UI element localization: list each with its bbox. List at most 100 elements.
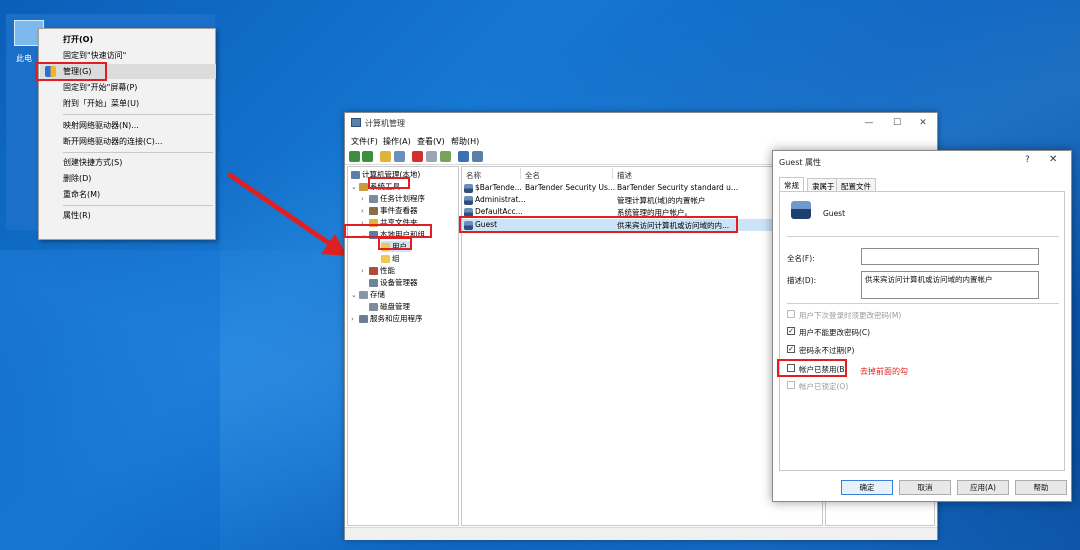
ok-button[interactable]: 确定 [841, 480, 893, 495]
help-button[interactable]: 帮助 [1015, 480, 1067, 495]
properties-icon[interactable] [426, 151, 437, 162]
folder-icon [381, 255, 390, 263]
computer-management-icon [351, 118, 361, 127]
guest-properties-dialog: Guest 属性 ? ✕ 常规 隶属于 配置文件 Guest 全名(F): 描述… [772, 150, 1072, 502]
tree-device-manager[interactable]: 设备管理器 [369, 277, 418, 288]
help-icon[interactable] [458, 151, 469, 162]
description-field[interactable]: 供来宾访问计算机或访问域的内置帐户 [861, 271, 1039, 299]
user-name: DefaultAcc... [475, 207, 523, 216]
tree-task-scheduler[interactable]: › 任务计划程序 [361, 193, 425, 204]
menu-bar: 文件(F) 操作(A) 查看(V) 帮助(H) [345, 134, 937, 148]
table-row[interactable]: Administrat... 管理计算机(域)的内置帐户 [462, 194, 822, 206]
highlight-box-local-users [344, 224, 432, 238]
tree-event-viewer[interactable]: › 事件查看器 [361, 205, 418, 216]
cancel-button[interactable]: 取消 [899, 480, 951, 495]
tree-storage[interactable]: ⌄ 存储 [351, 289, 385, 300]
menu-item-open[interactable]: 打开(O) [63, 34, 93, 45]
tree-disk-management[interactable]: 磁盘管理 [369, 301, 410, 312]
menu-file[interactable]: 文件(F) [351, 136, 378, 147]
maximize-button[interactable]: ☐ [885, 116, 909, 130]
user-name-cell: $BarTende... [464, 183, 522, 193]
tab-general[interactable]: 常规 [779, 177, 804, 191]
title-bar: 计算机管理 — ☐ ✕ [345, 113, 937, 133]
this-pc-label: 此电 [16, 54, 32, 63]
chevron-right-icon[interactable]: › [361, 207, 369, 215]
user-icon [791, 201, 811, 219]
tree-groups[interactable]: 组 [381, 253, 400, 264]
divider [787, 303, 1059, 304]
menu-item-map-drive[interactable]: 映射网络驱动器(N)... [63, 120, 139, 131]
delete-icon[interactable] [412, 151, 423, 162]
menu-item-pin-quick-access[interactable]: 固定到"快速访问" [63, 50, 126, 61]
menu-separator [63, 152, 213, 153]
column-header-fullname[interactable]: 全名 [525, 170, 540, 181]
menu-view[interactable]: 查看(V) [417, 136, 445, 147]
menu-item-rename[interactable]: 重命名(M) [63, 189, 100, 200]
console-icon[interactable] [472, 151, 483, 162]
menu-item-properties[interactable]: 属性(R) [63, 210, 91, 221]
chevron-right-icon[interactable]: › [351, 315, 359, 323]
show-hide-tree-icon[interactable] [394, 151, 405, 162]
close-icon[interactable]: ✕ [1049, 154, 1057, 165]
checkbox-cannot-change-password[interactable]: ✓ [787, 327, 795, 335]
menu-help[interactable]: 帮助(H) [451, 136, 479, 147]
menu-item-pin-start-screen[interactable]: 固定到"开始"屏幕(P) [63, 82, 137, 93]
menu-action[interactable]: 操作(A) [383, 136, 411, 147]
user-description: 管理计算机(域)的内置帐户 [617, 196, 706, 205]
event-log-icon [369, 207, 378, 215]
chevron-down-icon[interactable]: ⌄ [351, 291, 359, 299]
cannot-change-password-label: 用户不能更改密码(C) [799, 328, 871, 337]
description-label: 描述(D): [787, 276, 817, 285]
window-title: 计算机管理 [365, 119, 405, 128]
column-header-name[interactable]: 名称 [466, 170, 481, 181]
must-change-password-label: 用户下次登录时须更改密码(M) [799, 311, 902, 320]
tab-profile[interactable]: 配置文件 [836, 178, 876, 191]
menu-item-create-shortcut[interactable]: 创建快捷方式(S) [63, 157, 122, 168]
chevron-right-icon[interactable]: › [361, 267, 369, 275]
minimize-button[interactable]: — [857, 116, 881, 130]
user-fullname: BarTender Security Us... [525, 183, 616, 192]
menu-item-pin-start-menu[interactable]: 附到「开始」菜单(U) [63, 98, 139, 109]
checkbox-password-never-expires[interactable]: ✓ [787, 345, 795, 353]
checkbox-account-locked[interactable] [787, 381, 795, 389]
password-never-expires-label: 密码永不过期(P) [799, 346, 855, 355]
arrow-to-management [227, 172, 347, 256]
highlight-box-account-disabled [777, 359, 847, 377]
menu-item-delete[interactable]: 删除(D) [63, 173, 91, 184]
back-icon[interactable] [349, 151, 360, 162]
tab-member-of[interactable]: 隶属于 [807, 178, 840, 191]
column-divider[interactable] [612, 168, 613, 179]
user-icon [464, 195, 473, 205]
apply-button[interactable]: 应用(A) [957, 480, 1009, 495]
user-name: Administrat... [475, 195, 526, 204]
column-divider[interactable] [520, 168, 521, 179]
checkbox-must-change-password[interactable] [787, 310, 795, 318]
user-description: BarTender Security standard u... [617, 183, 739, 192]
highlight-box-system-tools [368, 177, 410, 189]
services-icon [359, 315, 368, 323]
highlight-box-users-folder [378, 237, 412, 250]
user-name-cell: Administrat... [464, 195, 526, 205]
forward-icon[interactable] [362, 151, 373, 162]
up-folder-icon[interactable] [380, 151, 391, 162]
column-header-description[interactable]: 描述 [617, 170, 632, 181]
tools-icon [359, 183, 368, 191]
user-name: $BarTende... [475, 183, 522, 192]
chevron-right-icon[interactable]: › [361, 195, 369, 203]
highlight-box-guest-row [459, 216, 738, 233]
tree-services-apps[interactable]: › 服务和应用程序 [351, 313, 423, 324]
export-icon[interactable] [440, 151, 451, 162]
tree-performance[interactable]: › 性能 [361, 265, 395, 276]
chevron-down-icon[interactable]: ⌄ [351, 183, 359, 191]
table-row[interactable]: $BarTende... BarTender Security Us... Ba… [462, 182, 822, 194]
fullname-field[interactable] [861, 248, 1039, 265]
menu-separator [63, 205, 213, 206]
close-button[interactable]: ✕ [911, 116, 935, 130]
storage-icon [359, 291, 368, 299]
user-icon [464, 183, 473, 193]
help-icon[interactable]: ? [1025, 155, 1030, 165]
menu-separator [63, 114, 213, 115]
context-menu-screenshot: 此电 打开(O) 固定到"快速访问" 管理(G) 固定到"开始"屏幕(P) 附到… [6, 14, 216, 240]
menu-item-disconnect-drive[interactable]: 断开网络驱动器的连接(C)... [63, 136, 162, 147]
device-manager-icon [369, 279, 378, 287]
